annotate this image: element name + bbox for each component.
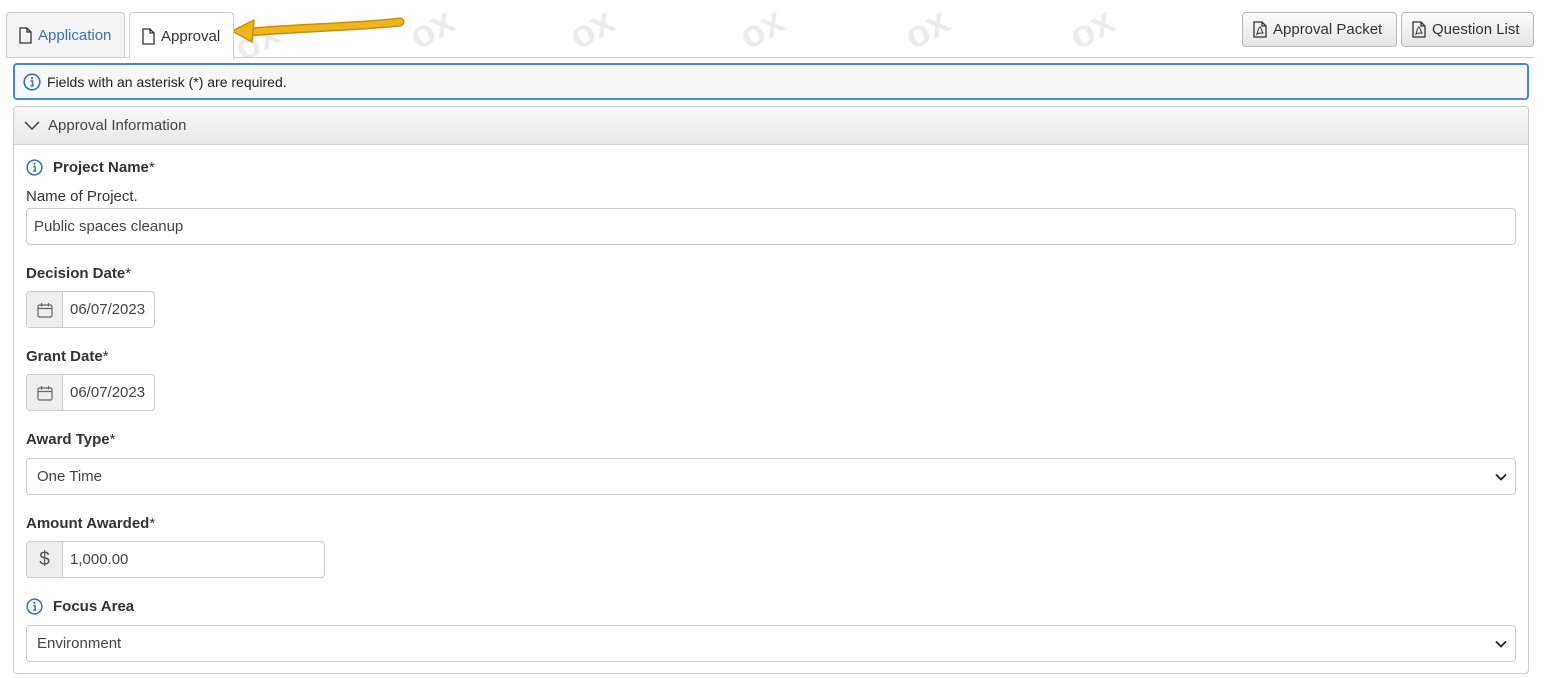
required-mark: * xyxy=(109,431,116,448)
required-mark: * xyxy=(102,348,109,365)
project-name-help: Name of Project. xyxy=(26,188,138,205)
calendar-button[interactable] xyxy=(27,375,63,410)
tab-divider xyxy=(6,57,1534,58)
approval-packet-button[interactable]: Approval Packet xyxy=(1242,12,1397,47)
currency-symbol: $ xyxy=(27,542,63,577)
project-name-label-text: Project Name xyxy=(53,159,149,176)
approval-packet-label: Approval Packet xyxy=(1273,21,1383,38)
pdf-icon xyxy=(1253,21,1267,38)
calendar-icon xyxy=(36,385,53,401)
focus-area-label: Focus Area xyxy=(26,598,134,615)
award-type-select[interactable]: One Time xyxy=(26,458,1516,495)
grant-date-label-text: Grant Date xyxy=(26,348,103,365)
notice-text: Fields with an asterisk (*) are required… xyxy=(47,73,287,90)
amount-awarded-value: 1,000.00 xyxy=(70,551,129,568)
calendar-icon xyxy=(36,302,53,318)
grant-date-value: 06/07/2023 xyxy=(70,384,146,401)
tab-application[interactable]: Application xyxy=(6,12,125,58)
decision-date-value: 06/07/2023 xyxy=(70,301,146,318)
project-name-value: Public spaces cleanup xyxy=(34,218,184,235)
info-icon[interactable] xyxy=(26,598,43,615)
tab-approval-label: Approval xyxy=(161,27,221,45)
project-name-field[interactable]: Public spaces cleanup xyxy=(26,208,1516,245)
required-mark: * xyxy=(149,515,156,532)
watermark: ox xyxy=(562,0,622,59)
section-title: Approval Information xyxy=(48,117,187,134)
amount-awarded-label: Amount Awarded* xyxy=(26,515,155,532)
required-mark: * xyxy=(148,159,155,176)
watermark: ox xyxy=(732,0,792,59)
decision-date-label: Decision Date* xyxy=(26,265,131,282)
tab-bar: Application Approval xyxy=(6,12,238,59)
document-icon xyxy=(19,27,32,44)
grant-date-field[interactable]: 06/07/2023 xyxy=(26,374,155,411)
award-type-value: One Time xyxy=(37,468,103,485)
required-mark: * xyxy=(125,265,132,282)
decision-date-field[interactable]: 06/07/2023 xyxy=(26,291,155,328)
question-list-label: Question List xyxy=(1432,21,1520,38)
award-type-label-text: Award Type xyxy=(26,431,110,448)
amount-awarded-field[interactable]: $ 1,000.00 xyxy=(26,541,325,578)
question-list-button[interactable]: Question List xyxy=(1401,12,1534,47)
info-icon xyxy=(23,72,41,91)
info-icon[interactable] xyxy=(26,159,43,176)
document-icon xyxy=(142,27,155,45)
chevron-down-icon xyxy=(24,120,40,130)
project-name-label: Project Name* xyxy=(26,159,155,176)
tab-approval[interactable]: Approval xyxy=(129,12,234,59)
focus-area-select[interactable]: Environment xyxy=(26,625,1516,662)
approval-information-header[interactable]: Approval Information xyxy=(14,107,1528,145)
watermark: ox xyxy=(402,0,462,59)
focus-area-value: Environment xyxy=(37,635,122,652)
approval-information-panel: Approval Information Project Name* Name … xyxy=(13,106,1529,674)
chevron-down-icon xyxy=(1495,640,1507,648)
decision-date-label-text: Decision Date xyxy=(26,265,126,282)
arrow-annotation-icon xyxy=(231,17,405,43)
amount-awarded-label-text: Amount Awarded xyxy=(26,515,150,532)
grant-date-label: Grant Date* xyxy=(26,348,109,365)
required-fields-notice: Fields with an asterisk (*) are required… xyxy=(13,63,1529,100)
watermark: ox xyxy=(1062,0,1122,59)
focus-area-label-text: Focus Area xyxy=(53,598,135,615)
calendar-button[interactable] xyxy=(27,292,63,327)
tab-application-label: Application xyxy=(38,27,112,44)
chevron-down-icon xyxy=(1495,473,1507,481)
watermark: ox xyxy=(897,0,957,59)
award-type-label: Award Type* xyxy=(26,431,115,448)
pdf-icon xyxy=(1412,21,1426,38)
